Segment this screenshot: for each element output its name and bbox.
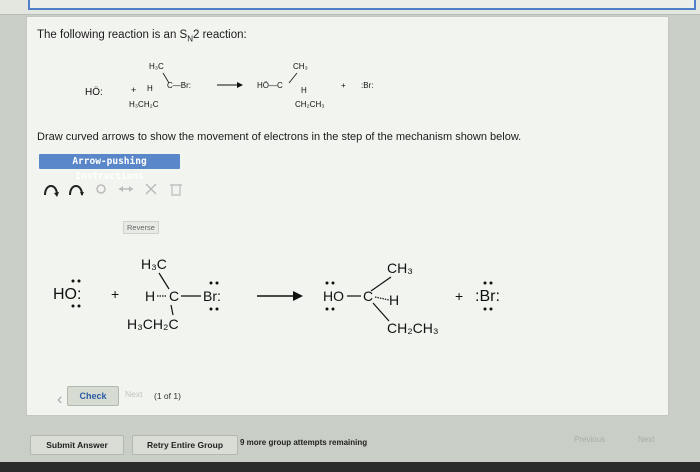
plus-sign-2: + bbox=[455, 288, 463, 304]
svg-text::Br:: :Br: bbox=[361, 81, 373, 90]
next-button[interactable]: Next bbox=[125, 389, 142, 399]
charge-icon[interactable] bbox=[89, 178, 113, 200]
double-arrow-icon[interactable] bbox=[64, 178, 88, 200]
svg-text:C—Br:: C—Br: bbox=[167, 81, 191, 90]
svg-text:H₃CH₂C: H₃CH₂C bbox=[129, 100, 159, 109]
product-hydroxyl[interactable]: HO bbox=[323, 288, 344, 304]
reaction-canvas[interactable]: HO: + H₃C H C Br: H₃CH₂C HO C H CH₃ CH₂C… bbox=[35, 229, 647, 379]
reaction-arrow bbox=[293, 291, 303, 301]
product-h[interactable]: H bbox=[389, 292, 399, 308]
attempts-remaining: 9 more group attempts remaining bbox=[240, 438, 368, 447]
next-page-button[interactable]: Next bbox=[638, 435, 654, 444]
retry-group-button[interactable]: Retry Entire Group bbox=[132, 435, 238, 455]
previous-page-button[interactable]: Previous bbox=[574, 435, 605, 444]
reaction-scheme-small: HÖ: + H₃C H C—Br: H₃CH₂C HÖ—C CH₃ H CH₂C… bbox=[85, 62, 373, 109]
question-suffix: 2 reaction: bbox=[193, 29, 247, 41]
arrow-pushing-instructions-button[interactable]: Arrow-pushing Instructions bbox=[39, 154, 180, 182]
substrate-bromine[interactable]: Br: bbox=[203, 288, 221, 304]
svg-text:+: + bbox=[341, 81, 346, 90]
svg-text:CH₂CH₃: CH₂CH₃ bbox=[295, 100, 324, 109]
single-arrow-icon[interactable] bbox=[39, 178, 63, 200]
instruction-text: Draw curved arrows to show the movement … bbox=[37, 131, 522, 143]
product-methyl[interactable]: CH₃ bbox=[387, 260, 413, 276]
substrate-ethyl[interactable]: H₃CH₂C bbox=[127, 316, 179, 332]
plus-sign-1: + bbox=[111, 286, 119, 302]
drawing-toolbar bbox=[39, 177, 189, 201]
nucleophile[interactable]: HO: bbox=[53, 286, 81, 303]
small-ho: HÖ: bbox=[85, 86, 103, 98]
substrate-methyl[interactable]: H₃C bbox=[141, 256, 167, 272]
product-ethyl[interactable]: CH₂CH₃ bbox=[387, 320, 439, 336]
substrate-carbon[interactable]: C bbox=[169, 288, 179, 304]
question-card: The following reaction is an SN2 reactio… bbox=[26, 16, 669, 416]
svg-text:CH₃: CH₃ bbox=[293, 62, 308, 71]
bottom-bar bbox=[0, 462, 700, 472]
submit-answer-button[interactable]: Submit Answer bbox=[30, 435, 124, 455]
svg-text:HÖ—C: HÖ—C bbox=[257, 81, 283, 90]
cross-icon[interactable] bbox=[139, 178, 163, 200]
question-text: The following reaction is an SN2 reactio… bbox=[37, 29, 247, 43]
svg-text:H: H bbox=[301, 86, 307, 95]
page-count: (1 of 1) bbox=[154, 391, 181, 401]
substrate-h[interactable]: H bbox=[145, 288, 155, 304]
svg-text:H: H bbox=[147, 84, 153, 93]
swap-icon[interactable] bbox=[114, 178, 138, 200]
top-bar bbox=[0, 0, 700, 15]
svg-text:H₃C: H₃C bbox=[149, 62, 164, 71]
question-prefix: The following reaction is an S bbox=[37, 29, 188, 41]
small-plus1: + bbox=[131, 85, 136, 95]
back-arrow-icon[interactable]: ‹ bbox=[57, 391, 67, 409]
check-button[interactable]: Check bbox=[67, 386, 119, 406]
footer: Submit Answer Retry Entire Group 9 more … bbox=[26, 425, 698, 465]
trash-icon[interactable] bbox=[164, 178, 188, 200]
top-frame bbox=[28, 0, 696, 10]
leaving-group[interactable]: :Br: bbox=[475, 288, 500, 305]
